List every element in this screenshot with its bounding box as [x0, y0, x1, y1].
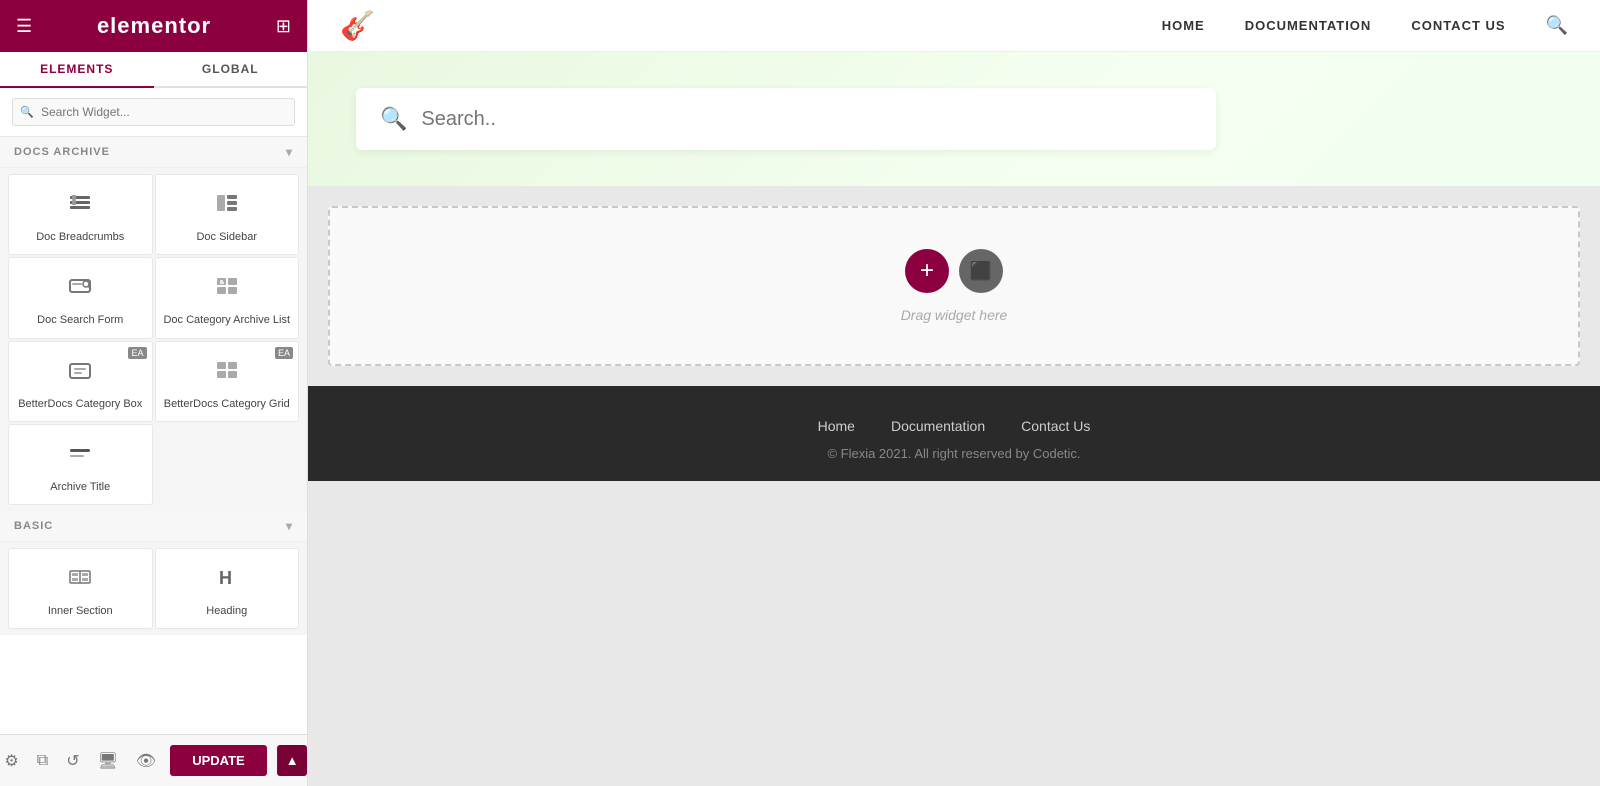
app-wrapper: ☰ elementor ⊞ ELEMENTS GLOBAL DOCS ARCHI…	[0, 0, 1600, 786]
docs-archive-header[interactable]: DOCS ARCHIVE ▾	[0, 137, 307, 168]
sidebar-header: ☰ elementor ⊞	[0, 0, 307, 52]
search-widget-input[interactable]	[12, 98, 295, 126]
basic-grid: Inner Section ✕ H Heading ✕	[0, 542, 307, 635]
betterdocs-category-grid-badge: EA	[275, 347, 293, 359]
search-box-input[interactable]	[421, 108, 1192, 131]
tab-elements[interactable]: ELEMENTS	[0, 52, 154, 88]
update-button[interactable]: UPDATE	[170, 745, 266, 776]
search-box: 🔍	[356, 88, 1216, 150]
docs-archive-chevron: ▾	[286, 145, 293, 159]
search-box-icon: 🔍	[380, 106, 407, 132]
elementor-logo: elementor	[97, 13, 211, 39]
sidebar-tabs: ELEMENTS GLOBAL	[0, 52, 307, 88]
sidebar: ☰ elementor ⊞ ELEMENTS GLOBAL DOCS ARCHI…	[0, 0, 308, 786]
doc-breadcrumbs-label: Doc Breadcrumbs	[36, 230, 124, 244]
history-icon[interactable]: ↺	[62, 747, 83, 775]
tab-global[interactable]: GLOBAL	[154, 52, 308, 86]
doc-category-archive-list-icon	[213, 272, 241, 307]
responsive-icon[interactable]: 🖥	[94, 747, 122, 775]
drop-zone-label: Drag widget here	[901, 307, 1008, 323]
nav-search-icon[interactable]: 🔍	[1546, 15, 1568, 36]
widget-doc-breadcrumbs[interactable]: Doc Breadcrumbs ✕	[8, 174, 153, 255]
nav-contact[interactable]: CONTACT US	[1411, 18, 1505, 33]
widget-heading[interactable]: H Heading ✕	[155, 548, 300, 629]
widget-doc-search-form[interactable]: Doc Search Form ✕	[8, 257, 153, 338]
basic-label: BASIC	[14, 520, 53, 532]
basic-chevron: ▾	[286, 519, 293, 533]
archive-title-icon	[66, 439, 94, 474]
hamburger-icon[interactable]: ☰	[16, 16, 32, 37]
main-layout: ☰ elementor ⊞ ELEMENTS GLOBAL DOCS ARCHI…	[0, 0, 1600, 786]
footer-links: Home Documentation Contact Us	[308, 418, 1600, 434]
site-logo: 🎸	[340, 9, 375, 42]
drop-zone-section: + ⬛ Drag widget here	[308, 186, 1600, 386]
drop-zone: + ⬛ Drag widget here	[328, 206, 1580, 366]
docs-archive-section: DOCS ARCHIVE ▾ Doc Breadcrumbs ✕	[0, 137, 307, 511]
widget-betterdocs-category-grid[interactable]: BetterDocs Category Grid EA	[155, 341, 300, 422]
update-arrow-button[interactable]: ▲	[277, 745, 307, 776]
settings-icon[interactable]: ⚙	[0, 747, 22, 775]
page-footer: Home Documentation Contact Us © Flexia 2…	[308, 386, 1600, 481]
layers-icon[interactable]: ⧉	[33, 748, 52, 774]
footer-link-home[interactable]: Home	[818, 418, 855, 434]
basic-section: BASIC ▾ Inner Section ✕	[0, 511, 307, 635]
top-nav: 🎸 HOME DOCUMENTATION CONTACT US 🔍	[308, 0, 1600, 52]
widget-inner-section[interactable]: Inner Section ✕	[8, 548, 153, 629]
betterdocs-category-box-label: BetterDocs Category Box	[18, 397, 142, 411]
betterdocs-category-grid-icon	[213, 356, 241, 391]
add-widget-button[interactable]: +	[905, 249, 949, 293]
svg-text:H: H	[219, 568, 232, 588]
guitar-icon: 🎸	[340, 9, 375, 42]
heading-label: Heading	[206, 604, 247, 618]
doc-breadcrumbs-icon	[66, 189, 94, 224]
search-widget-wrapper	[0, 88, 307, 137]
docs-archive-label: DOCS ARCHIVE	[14, 146, 110, 158]
widget-archive-title[interactable]: Archive Title ✕	[8, 424, 153, 505]
betterdocs-category-box-badge: EA	[128, 347, 146, 359]
nav-links: HOME DOCUMENTATION CONTACT US 🔍	[1162, 15, 1568, 36]
doc-search-form-icon	[66, 272, 94, 307]
nav-documentation[interactable]: DOCUMENTATION	[1245, 18, 1372, 33]
doc-search-form-label: Doc Search Form	[37, 313, 123, 327]
search-hero: 🔍	[308, 52, 1600, 186]
archive-title-label: Archive Title	[50, 480, 110, 494]
doc-sidebar-label: Doc Sidebar	[196, 230, 257, 244]
canvas-area: 🎸 HOME DOCUMENTATION CONTACT US 🔍 🔍	[308, 0, 1600, 786]
widget-doc-sidebar[interactable]: Doc Sidebar ✕	[155, 174, 300, 255]
footer-link-documentation[interactable]: Documentation	[891, 418, 985, 434]
betterdocs-category-grid-label: BetterDocs Category Grid	[164, 397, 290, 411]
doc-category-archive-list-label: Doc Category Archive List	[163, 313, 290, 327]
eye-icon[interactable]: 👁	[132, 747, 160, 775]
heading-icon: H	[213, 563, 241, 598]
docs-archive-grid: Doc Breadcrumbs ✕ Doc Sidebar ✕	[0, 168, 307, 511]
betterdocs-category-box-icon	[66, 356, 94, 391]
basic-header[interactable]: BASIC ▾	[0, 511, 307, 542]
inner-section-label: Inner Section	[48, 604, 113, 618]
add-section-button[interactable]: ⬛	[959, 249, 1003, 293]
widget-doc-category-archive-list[interactable]: Doc Category Archive List ✕	[155, 257, 300, 338]
widget-betterdocs-category-box[interactable]: BetterDocs Category Box EA	[8, 341, 153, 422]
grid-icon[interactable]: ⊞	[276, 16, 291, 37]
footer-copyright: © Flexia 2021. All right reserved by Cod…	[308, 446, 1600, 461]
nav-home[interactable]: HOME	[1162, 18, 1205, 33]
drop-zone-buttons: + ⬛	[905, 249, 1003, 293]
footer-link-contact[interactable]: Contact Us	[1021, 418, 1090, 434]
sidebar-toolbar: ⚙ ⧉ ↺ 🖥 👁 UPDATE ▲	[0, 734, 307, 786]
doc-sidebar-icon	[213, 189, 241, 224]
sidebar-content: DOCS ARCHIVE ▾ Doc Breadcrumbs ✕	[0, 137, 307, 734]
inner-section-icon	[66, 563, 94, 598]
